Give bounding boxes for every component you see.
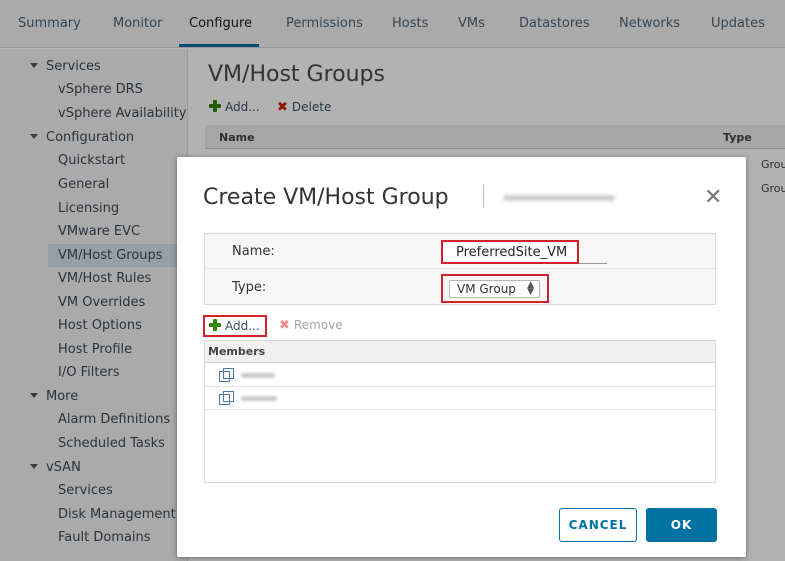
remove-x-icon: ✖ (279, 318, 290, 333)
select-arrows-icon: ▲ ▼ (527, 280, 534, 297)
cancel-button[interactable]: CANCEL (559, 508, 637, 542)
dialog-title: Create VM/Host Group (203, 185, 449, 210)
type-label: Type: (232, 280, 267, 295)
name-label: Name: (232, 244, 275, 259)
vm-icon (219, 391, 234, 405)
close-icon[interactable]: ✕ (704, 187, 722, 209)
remove-label: Remove (293, 318, 343, 332)
members-column-header[interactable]: Members (205, 341, 715, 363)
name-input[interactable]: PreferredSite_VM (441, 240, 579, 264)
type-row: Type: VM Group ▲ ▼ (205, 270, 717, 305)
group-form: Name: PreferredSite_VM Type: VM Group ▲ ▼ (204, 233, 717, 305)
type-select[interactable]: VM Group ▲ ▼ (449, 280, 540, 298)
remove-members-button[interactable]: ✖ Remove (279, 318, 343, 333)
members-grid: Members (204, 340, 716, 483)
type-select-value: VM Group (457, 282, 516, 296)
title-separator (483, 185, 484, 207)
redacted-cluster-name (503, 195, 615, 201)
member-row[interactable] (205, 387, 715, 410)
redacted-vm-name (241, 396, 277, 401)
name-row: Name: PreferredSite_VM (205, 234, 717, 269)
ok-button[interactable]: OK (646, 508, 717, 542)
member-row[interactable] (205, 364, 715, 387)
add-members-label: Add... (225, 319, 260, 333)
add-members-button[interactable]: Add... (203, 315, 267, 337)
vm-icon (219, 368, 234, 382)
plus-icon (209, 319, 221, 331)
create-vm-host-group-dialog: Create VM/Host Group ✕ Name: PreferredSi… (177, 157, 746, 557)
redacted-vm-name (241, 373, 275, 378)
input-underline (579, 263, 607, 264)
type-highlight-box: VM Group ▲ ▼ (441, 274, 549, 303)
